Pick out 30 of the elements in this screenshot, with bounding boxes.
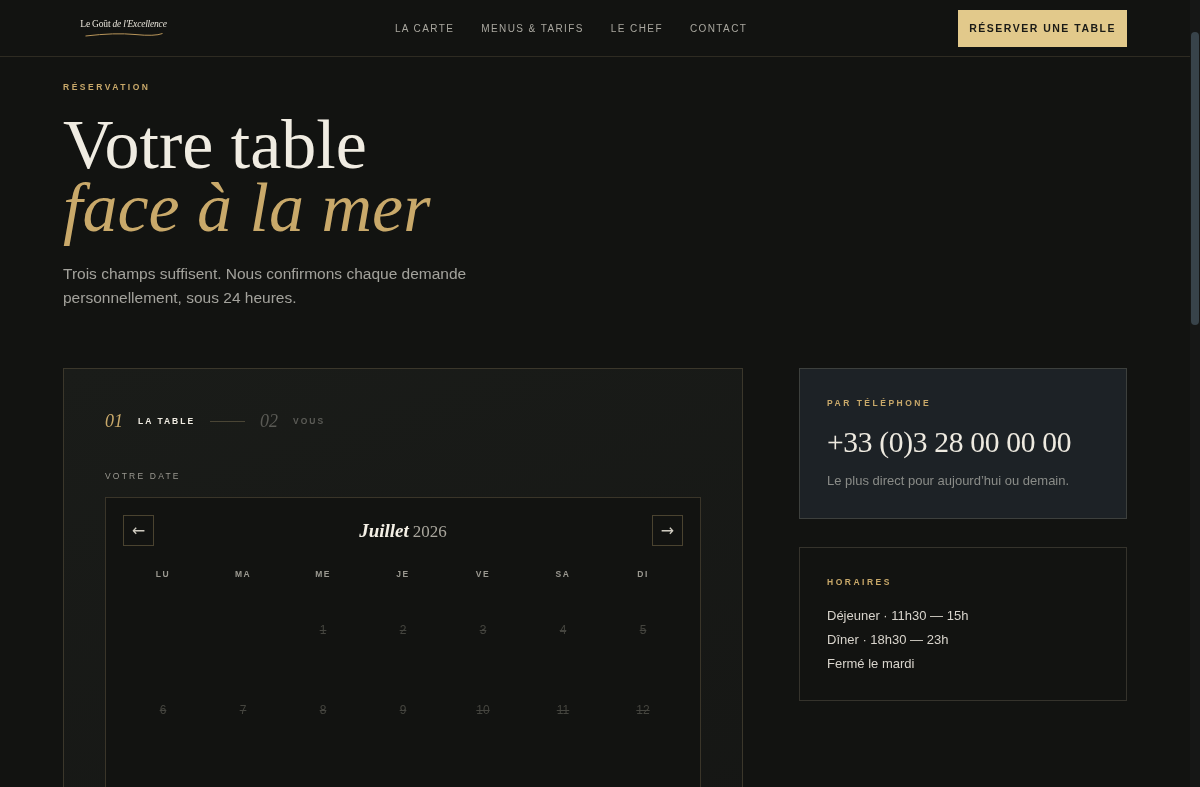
next-month-button[interactable]: → (652, 515, 683, 546)
month-title: Juillet 2026 (359, 519, 447, 542)
weekday-label: LU (155, 568, 171, 580)
nav-link[interactable]: LA CARTE (394, 22, 455, 34)
reserve-button[interactable]: RÉSERVER UNE TABLE (958, 9, 1127, 47)
prev-month-button[interactable]: ← (123, 515, 154, 546)
weekday-label: VE (475, 568, 491, 580)
card-eyebrow: HORAIRES (827, 576, 892, 588)
weekday-label: ME (315, 568, 331, 580)
step-indicator: 02 VOUS (260, 410, 326, 432)
weekday-label: SA (555, 568, 571, 580)
weekday-label: DI (637, 568, 649, 580)
logo-text[interactable]: Le Goût de l'Excellence (80, 19, 167, 29)
swoosh-icon (84, 32, 163, 37)
nav-link[interactable]: CONTACT (689, 22, 748, 34)
hours-line: Fermé le mardi (827, 655, 915, 673)
weekday-label: JE (396, 568, 410, 580)
step-indicator: 01 LA TABLE (105, 410, 196, 432)
weekday-label: MA (234, 568, 252, 580)
scrollbar-thumb[interactable] (1191, 32, 1199, 325)
hours-line: Déjeuner · 11h30 — 15h (827, 607, 969, 625)
nav-link[interactable]: MENUS & TARIFS (481, 22, 584, 34)
hours-line: Dîner · 18h30 — 23h (827, 631, 949, 649)
nav-link[interactable]: LE CHEF (610, 22, 663, 34)
phone-number[interactable]: +33 (0)3 28 00 00 00 (827, 424, 1072, 461)
intro-text: Trois champs suffisent. Nous confirmons chaque demande personnellement, sous 24 heures. (63, 264, 468, 308)
card-eyebrow: PAR TÉLÉPHONE (827, 397, 932, 409)
field-label: VOTRE DATE (105, 470, 181, 482)
section-eyebrow: RÉSERVATION (63, 81, 151, 93)
phone-note: Le plus direct pour aujourd’hui ou demain. (827, 472, 1070, 490)
